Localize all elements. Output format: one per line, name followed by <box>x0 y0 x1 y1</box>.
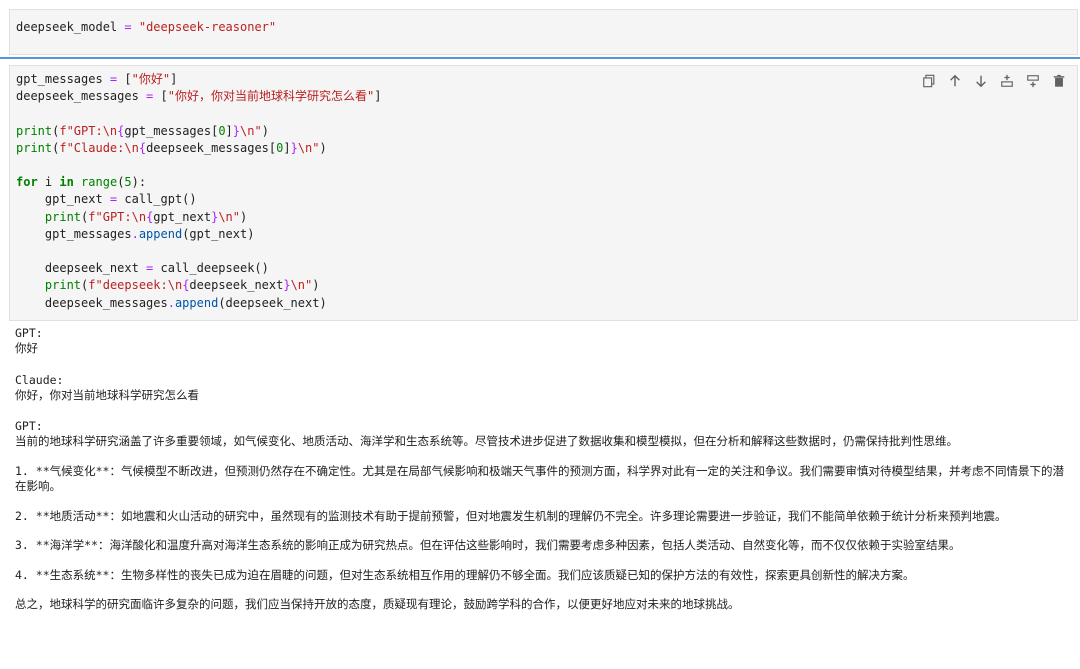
code-line-9: print(f"GPT:\n{gpt_next}\n") <box>44 209 248 224</box>
cell-toolbar <box>919 72 1069 90</box>
code-cell-model[interactable]: deepseek_model = "deepseek-reasoner" <box>9 9 1078 55</box>
delete-icon[interactable] <box>1049 72 1069 90</box>
notebook-page: deepseek_model = "deepseek-reasoner" gpt… <box>0 0 1080 669</box>
output-summary: 总之，地球科学的研究面临许多复杂的问题，我们应当保持开放的态度，质疑现有理论，鼓… <box>15 597 740 611</box>
code-cell-conversation[interactable]: gpt_messages = ["你好"] deepseek_messages … <box>9 65 1078 321</box>
output-gpt-message-1: 你好 <box>15 341 38 355</box>
output-gpt-label-2: GPT: <box>15 419 43 433</box>
output-point-4: 4. **生态系统**：生物多样性的丧失已成为迫在眉睫的问题，但对生态系统相互作… <box>15 567 915 582</box>
code-line-5: print(f"Claude:\n{deepseek_messages[0]}\… <box>16 140 327 155</box>
output-point-2: 2. **地质活动**：如地震和火山活动的研究中，虽然现有的监测技术有助于提前预… <box>15 508 1007 523</box>
code-line-12: deepseek_next = call_deepseek() <box>16 261 269 276</box>
model-assignment-line: deepseek_model = "deepseek-reasoner" <box>16 18 276 36</box>
assign-op: = <box>117 20 139 34</box>
code-editor[interactable]: gpt_messages = ["你好"] deepseek_messages … <box>16 71 381 312</box>
code-line-7: for i in range(5): <box>16 175 147 190</box>
code-line-13: print(f"deepseek:\n{deepseek_next}\n") <box>44 278 320 293</box>
code-line-1: gpt_messages = ["你好"] <box>16 72 178 86</box>
move-up-icon[interactable] <box>945 72 965 90</box>
output-point-1: 1. **气候变化**：气候模型不断改进，但预测仍然存在不确定性。尤其是在局部气… <box>15 463 1064 494</box>
model-string: "deepseek-reasoner" <box>138 20 277 34</box>
output-intro: 当前的地球科学研究涵盖了许多重要领域，如气候变化、地质活动、海洋学和生态系统等。… <box>15 434 958 448</box>
output-gpt-label-1: GPT: <box>15 326 43 340</box>
code-line-4: print(f"GPT:\n{gpt_messages[0]}\n") <box>16 123 269 138</box>
code-line-14: deepseek_messages.append(deepseek_next) <box>16 295 327 310</box>
code-line-10: gpt_messages.append(gpt_next) <box>16 226 255 241</box>
insert-above-icon[interactable] <box>997 72 1017 90</box>
move-down-icon[interactable] <box>971 72 991 90</box>
var-name: deepseek_model <box>16 20 118 34</box>
active-cell-indicator <box>0 57 1080 59</box>
code-line-8: gpt_next = call_gpt() <box>16 192 197 207</box>
duplicate-icon[interactable] <box>919 72 939 90</box>
insert-below-icon[interactable] <box>1023 72 1043 90</box>
output-claude-label: Claude: <box>15 372 64 387</box>
code-line-2: deepseek_messages = ["你好，你对当前地球科学研究怎么看"] <box>16 89 382 104</box>
output-point-3: 3. **海洋学**：海洋酸化和温度升高对海洋生态系统的影响正成为研究热点。但在… <box>15 538 961 552</box>
output-claude-message: 你好，你对当前地球科学研究怎么看 <box>15 387 199 402</box>
cell-output: GPT: 你好 Claude: 你好，你对当前地球科学研究怎么看 GPT: 当前… <box>15 326 1075 627</box>
